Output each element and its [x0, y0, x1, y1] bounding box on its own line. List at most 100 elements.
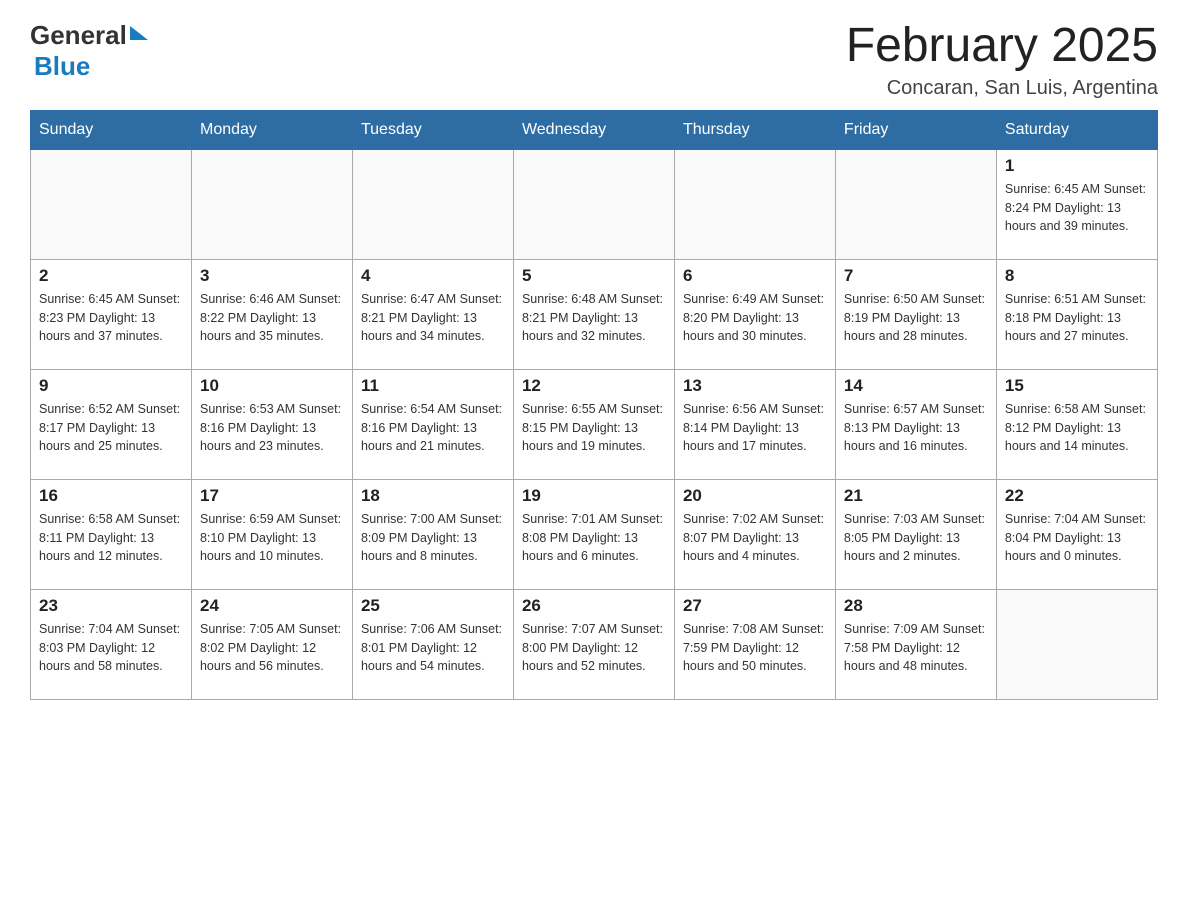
calendar-header-row: SundayMondayTuesdayWednesdayThursdayFrid…	[31, 110, 1158, 149]
calendar-day-cell: 21Sunrise: 7:03 AM Sunset: 8:05 PM Dayli…	[835, 479, 996, 589]
calendar-day-cell: 11Sunrise: 6:54 AM Sunset: 8:16 PM Dayli…	[352, 369, 513, 479]
day-number: 10	[200, 376, 344, 396]
calendar-day-cell: 26 Sunrise: 7:07 AM Sunset: 8:00 PM Dayli…	[513, 589, 674, 699]
day-number: 28	[844, 596, 988, 616]
calendar-day-cell: 3 Sunrise: 6:46 AM Sunset: 8:22 PM Daylig…	[191, 259, 352, 369]
day-info: Sunrise: 6:58 AM Sunset: 8:11 PM Dayligh…	[39, 510, 183, 566]
day-info: Sunrise: 6:57 AM Sunset: 8:13 PM Dayligh…	[844, 400, 988, 456]
location-subtitle: Concaran, San Luis, Argentina	[846, 77, 1158, 100]
day-info: Sunrise: 7:04 AM Sunset: 8:04 PM Dayligh…	[1005, 510, 1149, 566]
calendar-day-cell: 15 Sunrise: 6:58 AM Sunset: 8:12 PM Dayli…	[996, 369, 1157, 479]
day-info: Sunrise: 6:46 AM Sunset: 8:22 PM Dayligh…	[200, 290, 344, 346]
weekday-header-tuesday: Tuesday	[352, 110, 513, 149]
calendar-day-cell: 22 Sunrise: 7:04 AM Sunset: 8:04 PM Dayli…	[996, 479, 1157, 589]
day-number: 24	[200, 596, 344, 616]
calendar-day-cell: 27 Sunrise: 7:08 AM Sunset: 7:59 PM Dayli…	[674, 589, 835, 699]
calendar-day-cell: 17 Sunrise: 6:59 AM Sunset: 8:10 PM Dayli…	[191, 479, 352, 589]
calendar-day-cell: 8 Sunrise: 6:51 AM Sunset: 8:18 PM Daylig…	[996, 259, 1157, 369]
day-info: Sunrise: 7:01 AM Sunset: 8:08 PM Dayligh…	[522, 510, 666, 566]
logo-general-text: General	[30, 20, 127, 51]
calendar-day-cell: 20Sunrise: 7:02 AM Sunset: 8:07 PM Dayli…	[674, 479, 835, 589]
day-number: 11	[361, 376, 505, 396]
day-info: Sunrise: 6:49 AM Sunset: 8:20 PM Dayligh…	[683, 290, 827, 346]
calendar-day-cell: 10 Sunrise: 6:53 AM Sunset: 8:16 PM Dayli…	[191, 369, 352, 479]
day-info: Sunrise: 7:05 AM Sunset: 8:02 PM Dayligh…	[200, 620, 344, 676]
day-number: 21	[844, 486, 988, 506]
day-info: Sunrise: 6:45 AM Sunset: 8:24 PM Dayligh…	[1005, 180, 1149, 236]
calendar-day-cell	[191, 149, 352, 259]
day-info: Sunrise: 6:47 AM Sunset: 8:21 PM Dayligh…	[361, 290, 505, 346]
calendar-day-cell: 9 Sunrise: 6:52 AM Sunset: 8:17 PM Daylig…	[31, 369, 192, 479]
day-number: 7	[844, 266, 988, 286]
weekday-header-saturday: Saturday	[996, 110, 1157, 149]
day-info: Sunrise: 6:51 AM Sunset: 8:18 PM Dayligh…	[1005, 290, 1149, 346]
weekday-header-thursday: Thursday	[674, 110, 835, 149]
day-info: Sunrise: 6:53 AM Sunset: 8:16 PM Dayligh…	[200, 400, 344, 456]
day-info: Sunrise: 6:56 AM Sunset: 8:14 PM Dayligh…	[683, 400, 827, 456]
day-info: Sunrise: 7:08 AM Sunset: 7:59 PM Dayligh…	[683, 620, 827, 676]
day-info: Sunrise: 7:02 AM Sunset: 8:07 PM Dayligh…	[683, 510, 827, 566]
calendar-table: SundayMondayTuesdayWednesdayThursdayFrid…	[30, 110, 1158, 700]
day-number: 4	[361, 266, 505, 286]
calendar-day-cell	[513, 149, 674, 259]
logo-blue-text: Blue	[34, 51, 90, 81]
day-number: 13	[683, 376, 827, 396]
day-info: Sunrise: 7:06 AM Sunset: 8:01 PM Dayligh…	[361, 620, 505, 676]
day-number: 25	[361, 596, 505, 616]
calendar-week-row: 9 Sunrise: 6:52 AM Sunset: 8:17 PM Daylig…	[31, 369, 1158, 479]
day-number: 17	[200, 486, 344, 506]
calendar-week-row: 16 Sunrise: 6:58 AM Sunset: 8:11 PM Dayli…	[31, 479, 1158, 589]
logo-triangle-icon	[130, 26, 148, 40]
calendar-day-cell: 14Sunrise: 6:57 AM Sunset: 8:13 PM Dayli…	[835, 369, 996, 479]
day-info: Sunrise: 6:55 AM Sunset: 8:15 PM Dayligh…	[522, 400, 666, 456]
day-number: 9	[39, 376, 183, 396]
calendar-day-cell: 13 Sunrise: 6:56 AM Sunset: 8:14 PM Dayli…	[674, 369, 835, 479]
logo: General Blue	[30, 20, 148, 82]
calendar-day-cell: 16 Sunrise: 6:58 AM Sunset: 8:11 PM Dayli…	[31, 479, 192, 589]
day-info: Sunrise: 6:58 AM Sunset: 8:12 PM Dayligh…	[1005, 400, 1149, 456]
day-info: Sunrise: 7:00 AM Sunset: 8:09 PM Dayligh…	[361, 510, 505, 566]
day-info: Sunrise: 7:04 AM Sunset: 8:03 PM Dayligh…	[39, 620, 183, 676]
calendar-week-row: 1 Sunrise: 6:45 AM Sunset: 8:24 PM Daylig…	[31, 149, 1158, 259]
calendar-day-cell: 24 Sunrise: 7:05 AM Sunset: 8:02 PM Dayli…	[191, 589, 352, 699]
calendar-day-cell: 25 Sunrise: 7:06 AM Sunset: 8:01 PM Dayli…	[352, 589, 513, 699]
day-number: 27	[683, 596, 827, 616]
calendar-day-cell	[31, 149, 192, 259]
day-number: 26	[522, 596, 666, 616]
day-number: 15	[1005, 376, 1149, 396]
day-number: 3	[200, 266, 344, 286]
calendar-day-cell: 4 Sunrise: 6:47 AM Sunset: 8:21 PM Daylig…	[352, 259, 513, 369]
day-number: 19	[522, 486, 666, 506]
calendar-day-cell: 12Sunrise: 6:55 AM Sunset: 8:15 PM Dayli…	[513, 369, 674, 479]
calendar-day-cell	[835, 149, 996, 259]
weekday-header-sunday: Sunday	[31, 110, 192, 149]
title-block: February 2025 Concaran, San Luis, Argent…	[846, 20, 1158, 100]
calendar-day-cell: 6 Sunrise: 6:49 AM Sunset: 8:20 PM Daylig…	[674, 259, 835, 369]
calendar-week-row: 2Sunrise: 6:45 AM Sunset: 8:23 PM Daylig…	[31, 259, 1158, 369]
day-info: Sunrise: 6:48 AM Sunset: 8:21 PM Dayligh…	[522, 290, 666, 346]
calendar-day-cell: 23 Sunrise: 7:04 AM Sunset: 8:03 PM Dayli…	[31, 589, 192, 699]
day-number: 6	[683, 266, 827, 286]
calendar-day-cell: 28Sunrise: 7:09 AM Sunset: 7:58 PM Dayli…	[835, 589, 996, 699]
day-info: Sunrise: 6:59 AM Sunset: 8:10 PM Dayligh…	[200, 510, 344, 566]
day-number: 16	[39, 486, 183, 506]
day-info: Sunrise: 7:07 AM Sunset: 8:00 PM Dayligh…	[522, 620, 666, 676]
calendar-week-row: 23 Sunrise: 7:04 AM Sunset: 8:03 PM Dayli…	[31, 589, 1158, 699]
page-header: General Blue February 2025 Concaran, San…	[30, 20, 1158, 100]
weekday-header-monday: Monday	[191, 110, 352, 149]
day-number: 5	[522, 266, 666, 286]
day-info: Sunrise: 6:50 AM Sunset: 8:19 PM Dayligh…	[844, 290, 988, 346]
day-number: 23	[39, 596, 183, 616]
day-number: 8	[1005, 266, 1149, 286]
calendar-day-cell: 5 Sunrise: 6:48 AM Sunset: 8:21 PM Daylig…	[513, 259, 674, 369]
calendar-day-cell: 19 Sunrise: 7:01 AM Sunset: 8:08 PM Dayli…	[513, 479, 674, 589]
calendar-day-cell	[674, 149, 835, 259]
calendar-day-cell: 7 Sunrise: 6:50 AM Sunset: 8:19 PM Daylig…	[835, 259, 996, 369]
weekday-header-wednesday: Wednesday	[513, 110, 674, 149]
day-number: 18	[361, 486, 505, 506]
calendar-day-cell: 2Sunrise: 6:45 AM Sunset: 8:23 PM Daylig…	[31, 259, 192, 369]
day-number: 22	[1005, 486, 1149, 506]
day-number: 2	[39, 266, 183, 286]
day-number: 1	[1005, 156, 1149, 176]
day-info: Sunrise: 6:52 AM Sunset: 8:17 PM Dayligh…	[39, 400, 183, 456]
